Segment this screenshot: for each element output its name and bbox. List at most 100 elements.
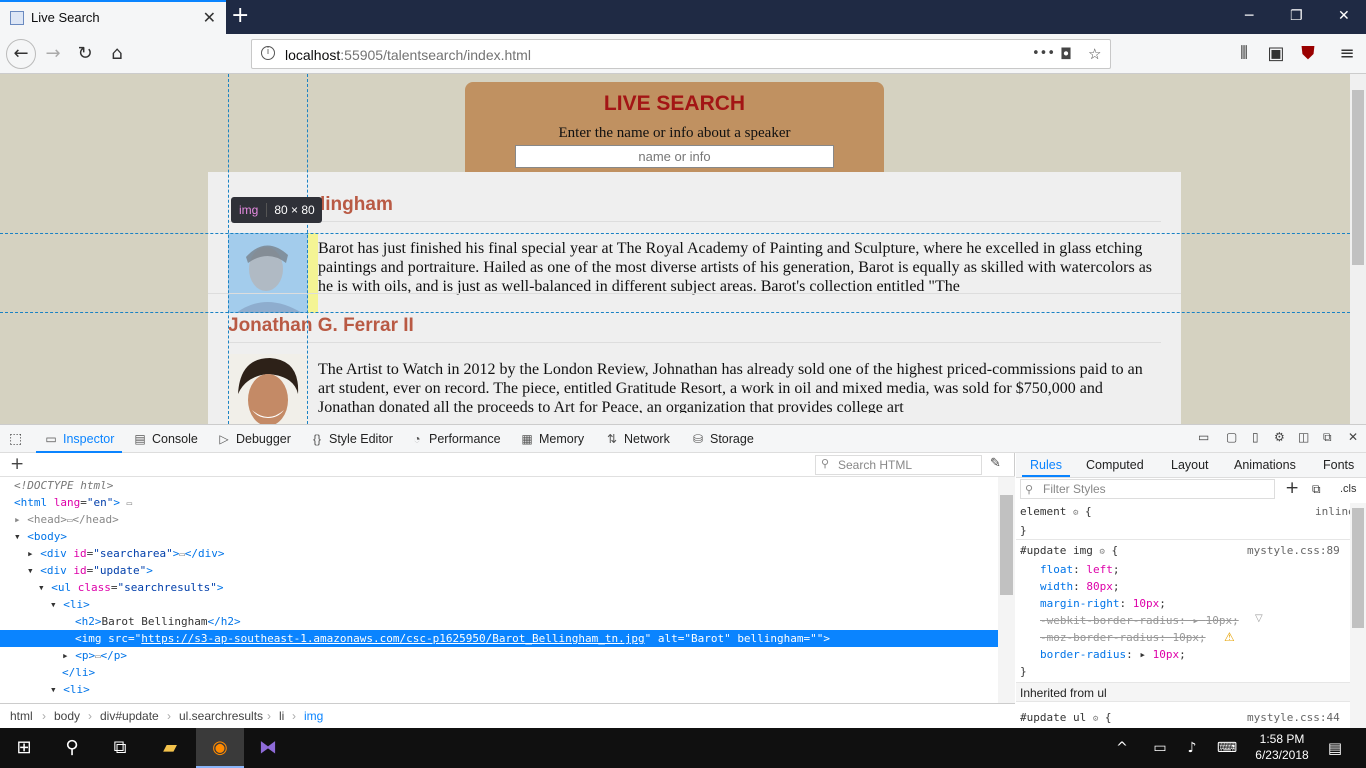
frame-select-icon[interactable]: ▢ (1226, 430, 1237, 444)
settings-gear-icon[interactable]: ⚙ (1274, 430, 1285, 444)
responsive-design-icon[interactable]: ▭ (1198, 430, 1209, 444)
forward-button[interactable]: → (40, 41, 66, 67)
rule-source[interactable]: inline (1315, 503, 1355, 520)
page-scrollbar-thumb[interactable] (1352, 90, 1364, 265)
search-input[interactable]: name or info (515, 145, 834, 168)
pick-element-icon[interactable]: ⬚ (9, 431, 22, 447)
menu-hamburger-icon[interactable]: ≡ (1334, 41, 1360, 67)
start-button[interactable]: ⊞ (0, 728, 48, 768)
visual-studio-icon[interactable]: ⧓ (244, 728, 292, 768)
search-html-input[interactable]: Search HTML (815, 455, 982, 475)
crumb-img[interactable]: img (304, 704, 323, 728)
speaker-photo[interactable] (228, 233, 308, 313)
ublock-icon[interactable]: ⛊ (1295, 41, 1321, 67)
home-button[interactable]: ⌂ (104, 41, 130, 67)
restore-button[interactable]: ❐ (1290, 8, 1303, 24)
search-icon[interactable]: ⚲ (48, 728, 96, 768)
crumb-body[interactable]: body (54, 704, 80, 728)
back-button[interactable]: ← (6, 39, 36, 69)
markup-node[interactable]: ▾ <li> (50, 596, 90, 613)
close-devtools-icon[interactable]: ✕ (1348, 430, 1358, 444)
filter-styles-input[interactable]: Filter Styles (1020, 479, 1275, 499)
tab-inspector[interactable]: ▭ Inspector (36, 425, 123, 453)
action-center-icon[interactable]: ▤ (1318, 728, 1352, 768)
tab-memory[interactable]: ▦ Memory (520, 425, 584, 453)
tab-layout[interactable]: Layout (1171, 453, 1209, 477)
clock[interactable]: 1:58 PM 6/23/2018 (1250, 731, 1314, 763)
selected-markup-node[interactable]: <img src="https://s3-ap-southeast-1.amaz… (0, 630, 998, 647)
tab-network[interactable]: ⇅ Network (605, 425, 670, 453)
show-hidden-icons[interactable]: ^ (1110, 728, 1134, 768)
css-declaration[interactable]: width: 80px; (1040, 578, 1120, 595)
markup-node[interactable]: ▸ <div id="searcharea">▭</div> (27, 545, 225, 562)
site-info-icon[interactable]: i (261, 46, 275, 60)
dock-side-icon[interactable]: ◫ (1298, 430, 1309, 444)
tab-fonts[interactable]: Fonts (1323, 453, 1354, 477)
rule-selector[interactable]: #update ul ⚙ { (1020, 709, 1112, 726)
add-rule-icon[interactable]: + (1285, 478, 1299, 498)
pocket-icon[interactable]: ◘ (1060, 45, 1072, 63)
undock-icon[interactable]: ⧉ (1323, 430, 1332, 445)
doctype-line[interactable]: <!DOCTYPE html> (14, 477, 113, 494)
markup-node[interactable]: ▾ <ul class="searchresults"> (38, 579, 223, 596)
speaker-photo[interactable] (228, 354, 308, 424)
window-close-button[interactable]: ✕ (1338, 8, 1350, 24)
css-declaration[interactable]: -moz-border-radius: 10px; (1040, 629, 1206, 646)
tab-performance[interactable]: ◔ Performance (410, 425, 500, 453)
close-tab-icon[interactable]: ✕ (203, 8, 216, 27)
browser-tab[interactable]: Live Search ✕ (0, 0, 226, 34)
address-bar[interactable]: i localhost:55905/talentsearch/index.htm… (251, 39, 1111, 69)
markup-node[interactable]: <html lang="en"> ▭ (14, 494, 132, 511)
tab-debugger[interactable]: ▷ Debugger (217, 425, 291, 453)
reload-button[interactable]: ↻ (72, 41, 98, 67)
volume-icon[interactable]: ♪ (1178, 728, 1206, 768)
url-text[interactable]: localhost:55905/talentsearch/index.html (285, 47, 531, 63)
crumb-li[interactable]: li (279, 704, 284, 728)
file-explorer-icon[interactable]: ▰ (146, 728, 194, 768)
crumb-html[interactable]: html (10, 704, 33, 728)
library-icon[interactable]: ⫴ (1231, 41, 1257, 67)
markup-node[interactable]: ▾ <body> (14, 528, 67, 545)
css-declaration[interactable]: float: left; (1040, 561, 1120, 578)
crumb-ul-searchresults[interactable]: ul.searchresults (179, 704, 263, 728)
markup-node[interactable]: ▾ <div id="update"> (27, 562, 153, 579)
cls-toggle[interactable]: .cls (1340, 483, 1357, 495)
css-declaration[interactable]: border-radius: ▸ 10px; (1040, 646, 1186, 663)
markup-node[interactable]: ▸ <p>▭</p> (62, 647, 127, 664)
toggle-pseudo-icon[interactable]: ⧉ (1312, 482, 1321, 497)
page-actions-icon[interactable]: ••• (1032, 46, 1055, 61)
task-view-icon[interactable]: ⧉ (96, 728, 144, 768)
tab-computed[interactable]: Computed (1086, 453, 1144, 477)
markup-node[interactable]: <h2>Barot Bellingham</h2> (75, 613, 241, 630)
minimize-button[interactable]: ─ (1245, 8, 1253, 24)
keyboard-icon[interactable]: ⌨ (1212, 728, 1242, 768)
bookmark-star-icon[interactable]: ☆ (1088, 45, 1101, 63)
css-declaration[interactable]: -webkit-border-radius: ▸ 10px; (1040, 612, 1239, 629)
screenshot-icon[interactable]: ▯ (1252, 430, 1259, 444)
filter-icon[interactable]: ▽ (1255, 613, 1263, 624)
warning-icon[interactable]: ⚠ (1224, 630, 1235, 644)
markup-scrollbar-thumb[interactable] (1000, 495, 1013, 595)
tab-style-editor[interactable]: {} Style Editor (310, 425, 393, 453)
new-tab-button[interactable]: + (231, 3, 249, 28)
rule-source[interactable]: mystyle.css:89 (1247, 542, 1340, 559)
tab-animations[interactable]: Animations (1234, 453, 1296, 477)
css-declaration[interactable]: margin-right: 10px; (1040, 595, 1166, 612)
sidebar-icon[interactable]: ▣ (1263, 41, 1289, 67)
rule-selector[interactable]: #update img ⚙ { (1020, 542, 1118, 559)
add-node-icon[interactable]: + (10, 454, 24, 474)
rule-selector[interactable]: element ⚙ { (1020, 503, 1092, 520)
tab-storage[interactable]: ⛁ Storage (691, 425, 754, 453)
markup-node[interactable]: ▾ <li> (50, 681, 90, 698)
eyedropper-icon[interactable]: ✎ (990, 456, 1001, 471)
markup-node[interactable]: ▸ <head>▭</head> (14, 511, 119, 528)
tab-rules[interactable]: Rules (1022, 453, 1070, 477)
rules-scrollbar-thumb[interactable] (1352, 508, 1364, 628)
network-status-icon[interactable]: ▭ (1146, 728, 1174, 768)
tab-console[interactable]: ▤ Console (133, 425, 198, 453)
markup-node[interactable]: </li> (62, 664, 95, 681)
rule-source[interactable]: mystyle.css:44 (1247, 709, 1340, 726)
crumb-div-update[interactable]: div#update (100, 704, 159, 728)
firefox-icon[interactable]: ◉ (196, 728, 244, 768)
search-results: lingham Barot has just finished his fina… (208, 172, 1181, 424)
